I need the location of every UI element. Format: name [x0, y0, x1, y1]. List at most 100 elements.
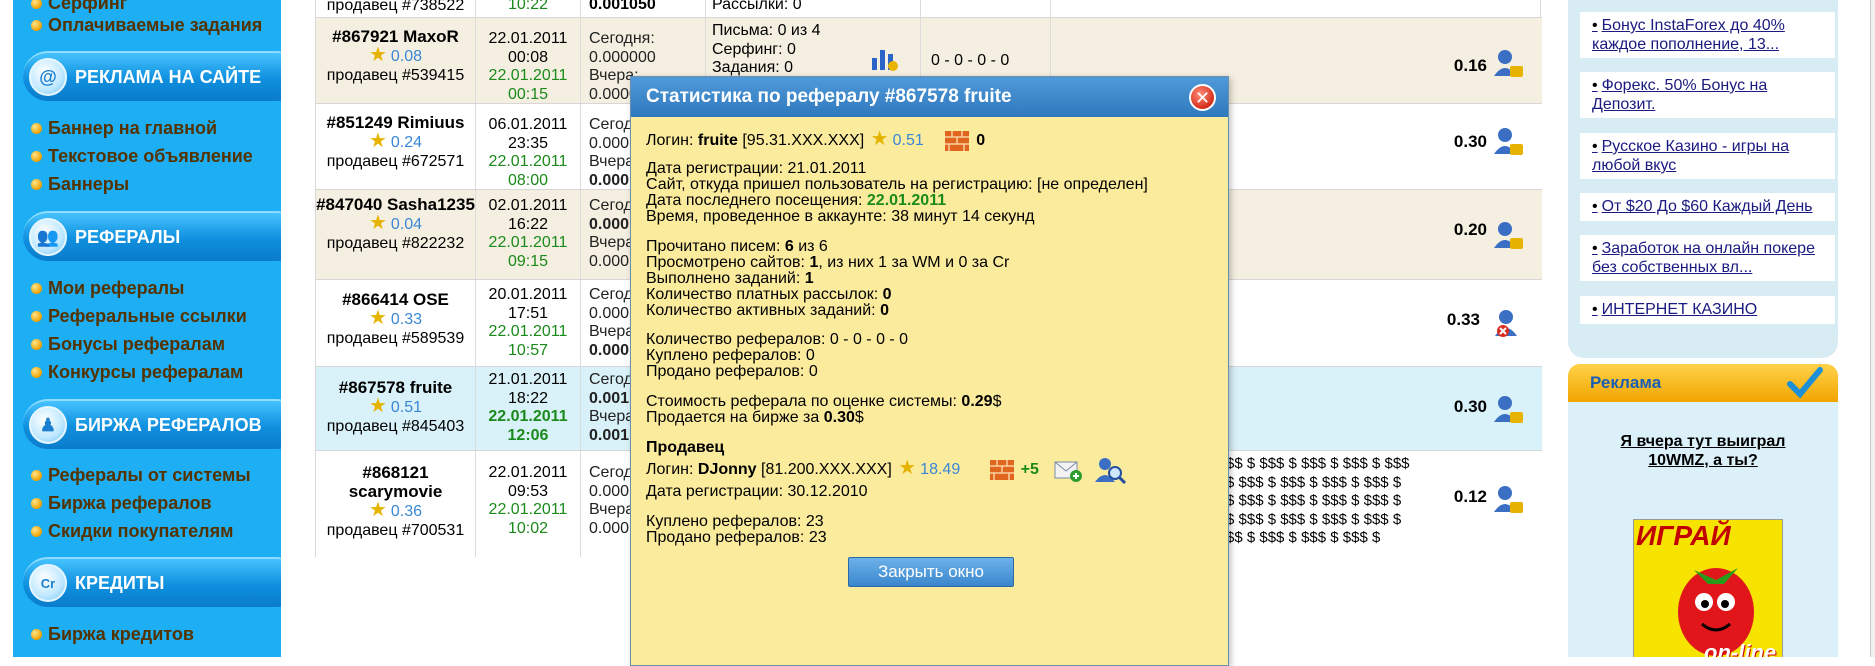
- bullet-icon: [31, 178, 42, 190]
- bullet-icon: [31, 310, 42, 322]
- seller-id: продавец #539415: [326, 67, 465, 84]
- bullet-icon: [31, 497, 42, 509]
- price-value: 0.20: [1453, 220, 1487, 239]
- sidebar-link-surfing[interactable]: Серфинг: [31, 0, 127, 14]
- sidebar-link-credit-exchange[interactable]: Биржа кредитов: [31, 623, 194, 645]
- referral-stats-dialog: Статистика по рефералу #867578 fruite ✕ …: [630, 76, 1229, 666]
- user-search-icon[interactable]: [1094, 456, 1126, 485]
- price-value: 0.30: [1453, 397, 1487, 416]
- star-icon: ★: [368, 130, 387, 152]
- sidebar-link-paid-tasks[interactable]: Оплачиваемые задания: [31, 14, 262, 36]
- sidebar-link-my-referrals[interactable]: Мои рефералы: [31, 277, 184, 299]
- referral-username[interactable]: #867921 MaxoR: [316, 27, 475, 46]
- referral-levels: 0 - 0 - 0 - 0: [931, 52, 1010, 69]
- sidebar-link-referral-contests[interactable]: Конкурсы рефералам: [31, 361, 243, 383]
- buy-referral-icon[interactable]: [1492, 484, 1524, 514]
- referral-blocked-icon[interactable]: [1492, 308, 1524, 338]
- right-sidebar: • Бонус InstaForex до 40% каждое пополнен…: [1568, 0, 1838, 657]
- bullet-icon: [31, 150, 42, 162]
- sidebar-link-buyer-discounts[interactable]: Скидки покупателям: [31, 520, 233, 542]
- referral-username[interactable]: #847040 Sasha1235: [316, 195, 475, 214]
- referral-rating: 0.51: [892, 132, 924, 150]
- exchange-icon: ♟: [29, 406, 67, 444]
- seller-id: продавец #822232: [326, 235, 465, 252]
- bullet-icon: [31, 338, 42, 350]
- seller-id: продавец #700531: [326, 522, 465, 539]
- brick-wall-icon: [989, 460, 1014, 480]
- buy-referral-icon[interactable]: [1492, 126, 1524, 156]
- seller-id: продавец #589539: [326, 330, 465, 347]
- section-header-referral-exchange[interactable]: ♟ БИРЖА РЕФЕРАЛОВ: [23, 399, 281, 449]
- credits-icon: Cr: [29, 564, 67, 602]
- star-icon: ★: [898, 457, 917, 480]
- section-header-ads[interactable]: @ РЕКЛАМА НА САЙТЕ: [23, 51, 281, 101]
- at-icon: @: [29, 58, 67, 96]
- section-title: РЕФЕРАЛЫ: [75, 226, 181, 247]
- bullet-icon: [31, 628, 42, 640]
- sidebar-link-referral-links[interactable]: Реферальные ссылки: [31, 305, 247, 327]
- sidebar-link-text-ad[interactable]: Текстовое объявление: [31, 145, 253, 167]
- section-title: БИРЖА РЕФЕРАЛОВ: [75, 414, 262, 435]
- buy-referral-icon[interactable]: [1492, 394, 1524, 424]
- ad-link[interactable]: • Бонус InstaForex до 40% каждое пополнен…: [1580, 12, 1835, 58]
- rating-value: 0.08: [390, 48, 423, 65]
- left-sidebar: Серфинг Оплачиваемые задания @ РЕКЛАМА Н…: [13, 0, 281, 657]
- ads-header: Реклама: [1568, 364, 1838, 402]
- referral-username[interactable]: #868121 scarymovie: [316, 463, 475, 501]
- close-window-button[interactable]: Закрыть окно: [848, 557, 1014, 587]
- buy-referral-icon[interactable]: [1492, 48, 1524, 78]
- seller-login-line: Логин: DJonny [81.200.XXX.XXX] ★ 18.49 +5: [646, 456, 1126, 485]
- section-title: КРЕДИТЫ: [75, 572, 165, 593]
- send-message-icon[interactable]: [1053, 457, 1083, 483]
- rating-value: 0.51: [390, 399, 423, 416]
- bullet-icon: [31, 469, 42, 481]
- rating-value: 0.24: [390, 134, 423, 151]
- sidebar-link-main-banner[interactable]: Баннер на главной: [31, 117, 217, 139]
- referral-username[interactable]: #851249 Rimiuus: [316, 113, 475, 132]
- referral-login-line: Логин: fruite [95.31.XXX.XXX] ★ 0.51 0: [646, 128, 986, 151]
- bullet-icon: [31, 19, 42, 31]
- ad-link[interactable]: • Русское Казино - игры на любой вкус: [1580, 133, 1835, 179]
- bullet-icon: [31, 525, 42, 537]
- ad-link[interactable]: • ИНТЕРНЕТ КАЗИНО: [1580, 296, 1835, 324]
- bullet-icon: [31, 366, 42, 378]
- page-scrollbar[interactable]: [1870, 0, 1875, 657]
- sidebar-link-banners[interactable]: Баннеры: [31, 173, 129, 195]
- buy-referral-icon[interactable]: [1492, 220, 1524, 250]
- sidebar-link-system-referrals[interactable]: Рефералы от системы: [31, 464, 251, 486]
- star-icon: ★: [368, 395, 387, 417]
- price-value: 0.12: [1453, 487, 1487, 506]
- brick-wall-icon: [945, 131, 970, 151]
- ad-link[interactable]: • Заработок на онлайн покере без собствен…: [1580, 235, 1835, 281]
- sidebar-link-referral-exchange[interactable]: Биржа рефералов: [31, 492, 212, 514]
- star-icon: ★: [368, 499, 387, 521]
- bullet-icon: [31, 282, 42, 294]
- play-online-banner[interactable]: ИГРАЙ on-line: [1633, 519, 1783, 657]
- rating-value: 0.04: [390, 216, 423, 233]
- seller-heading: Продавец: [646, 439, 725, 456]
- text-ad-dollars: $$ $ $$$ $ $$$ $ $$$ $ $$$ $ $$$ $ $$$ $…: [1226, 455, 1410, 546]
- ad-link[interactable]: • От $20 До $60 Каждый День: [1580, 193, 1835, 221]
- banner-area: ИГРАЙ on-line: [1568, 502, 1838, 657]
- referral-username[interactable]: #867578 fruite: [316, 378, 475, 397]
- referral-username[interactable]: #866414 OSE: [316, 290, 475, 309]
- close-icon[interactable]: ✕: [1189, 84, 1216, 111]
- sidebar-link-referral-bonuses[interactable]: Бонусы рефералам: [31, 333, 225, 355]
- checkmark-icon: [1787, 367, 1823, 399]
- section-header-referrals[interactable]: 👥 РЕФЕРАЛЫ: [23, 211, 281, 261]
- star-icon: ★: [368, 307, 387, 329]
- price-value: 0.33: [1446, 310, 1480, 329]
- people-icon: 👥: [29, 218, 67, 256]
- ad-link[interactable]: • Форекс. 50% Бонус на Депозит.: [1580, 72, 1835, 118]
- chart-icon[interactable]: [869, 42, 899, 72]
- promo-link[interactable]: Я вчера тут выиграл 10WMZ, а ты?: [1598, 432, 1808, 470]
- rating-value: 0.33: [390, 311, 423, 328]
- promo-box: Я вчера тут выиграл 10WMZ, а ты?: [1568, 402, 1838, 502]
- section-header-credits[interactable]: Cr КРЕДИТЫ: [23, 557, 281, 607]
- bullet-icon: [31, 0, 42, 9]
- price-value: 0.16: [1453, 56, 1487, 75]
- section-title: РЕКЛАМА НА САЙТЕ: [75, 66, 262, 87]
- bullet-icon: [31, 122, 42, 134]
- sidebar-link-label: Серфинг: [48, 0, 128, 13]
- table-row: продавец #738522 10:22 0.001050 Рассылки…: [316, 0, 1542, 18]
